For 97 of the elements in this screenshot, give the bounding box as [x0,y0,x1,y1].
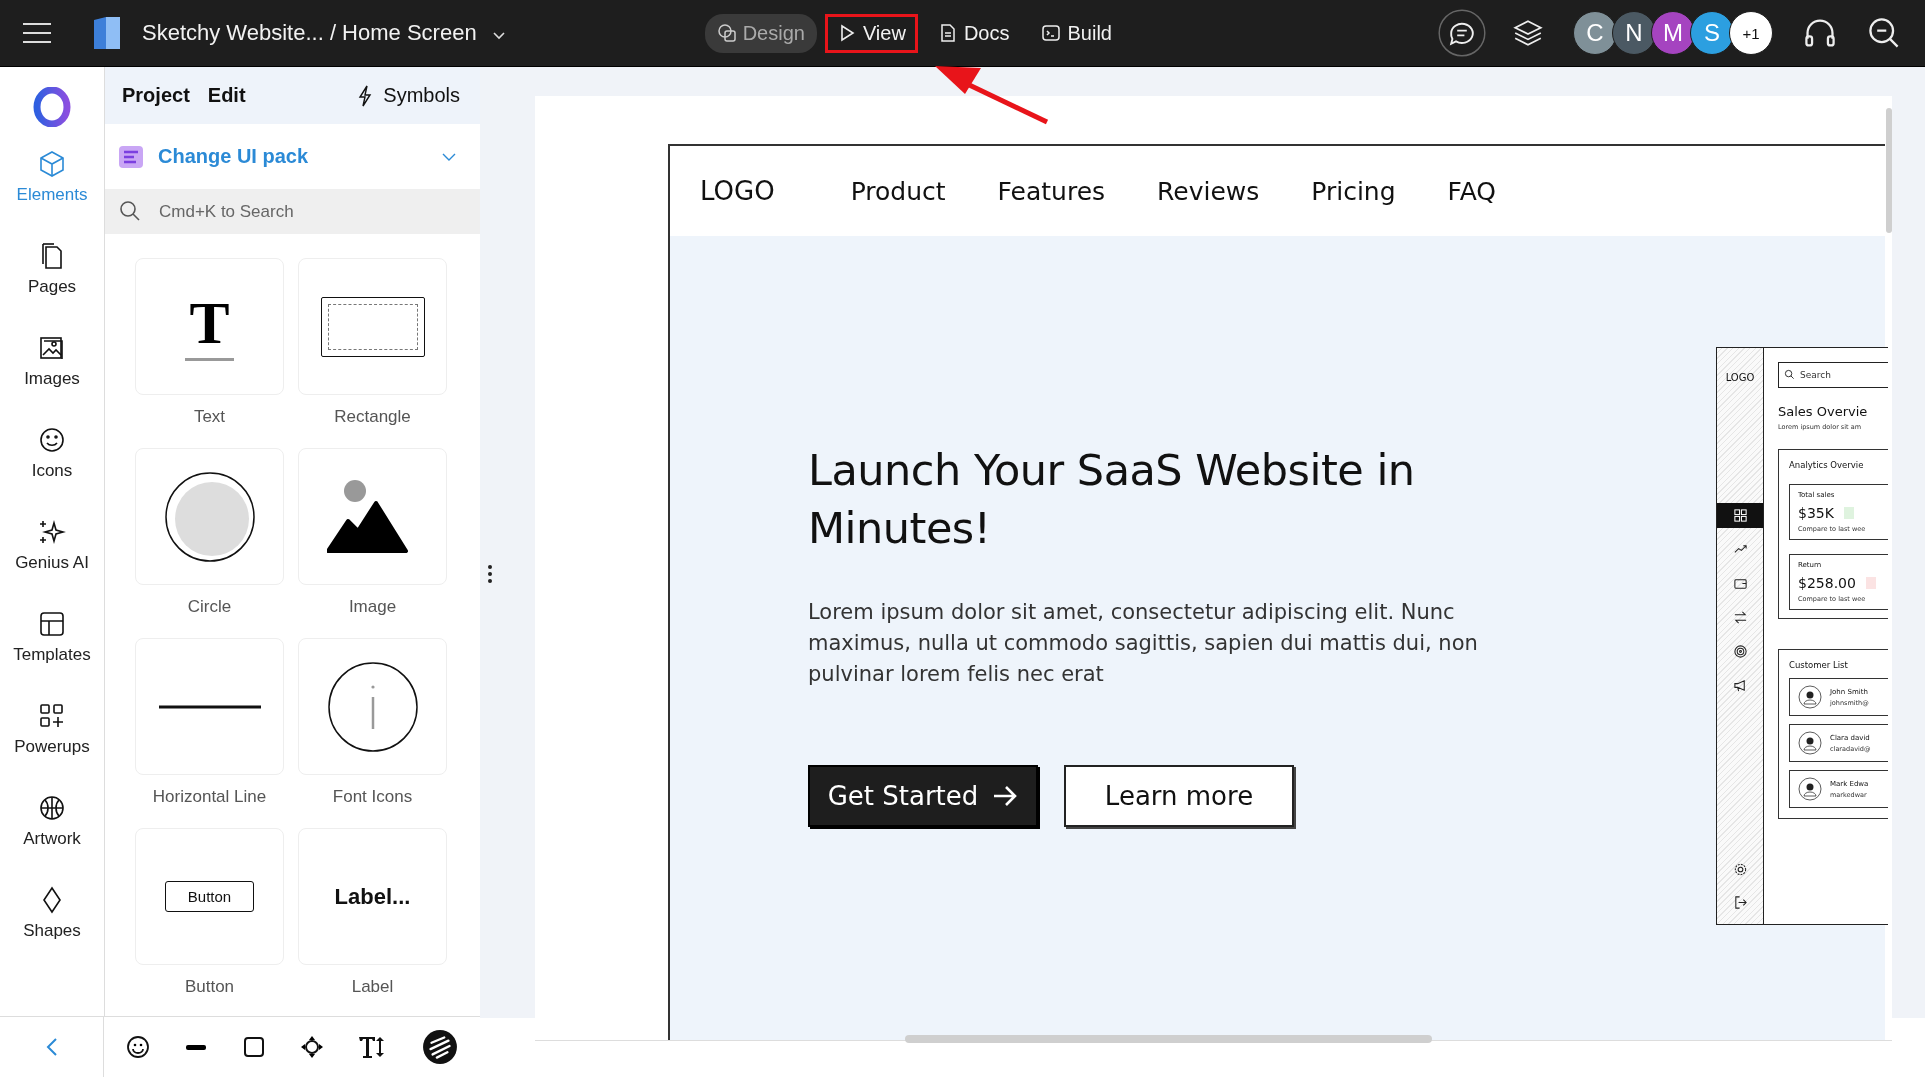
element-tile[interactable] [298,258,447,395]
panel-tab[interactable]: Project [122,84,208,107]
headphones-icon[interactable] [1803,16,1837,50]
stat-value: $258.00 [1798,575,1856,591]
chevron-down-icon[interactable] [442,152,456,161]
search-icon [119,200,141,222]
sketch-logo-icon[interactable] [422,1029,458,1065]
tile-label: Rectangle [333,407,412,427]
tile-label: Label [350,977,395,997]
dashboard-nav-item[interactable] [1717,503,1763,528]
grid-icon [1732,508,1748,523]
tile-label: Circle [186,597,233,617]
megaphone-icon [1732,678,1748,693]
terminal-icon [1041,23,1062,43]
element-tile[interactable]: Button [135,828,284,965]
ball-icon [37,793,67,823]
get-started-button[interactable]: Get Started [808,765,1038,827]
ui-pack-selector[interactable]: Change UI pack [158,145,309,168]
sidebar-item[interactable]: Pages [2,241,102,297]
sidebar-item[interactable]: Images [2,333,102,389]
tile-preview-text: T [185,292,234,361]
tile-label: Button [183,977,236,997]
hero-paragraph: Lorem ipsum dolor sit amet, consectetur adipiscing elit. Nunc maximus, nulla ut commodo sagittis, sapien dui mattis dui, non pulvinar lorem felis nec erat [808,599,1479,688]
tile-label: Horizontal Line [151,787,268,807]
scrollbar[interactable] [905,1035,1432,1043]
element-tile[interactable]: Label... [298,828,447,965]
sidebar-item[interactable]: Genius AI [2,517,102,573]
nav-link[interactable]: Pricing [1311,176,1396,206]
menu-icon[interactable] [22,22,52,44]
symbols-button[interactable]: Symbols [351,83,466,108]
user-avatar[interactable]: M [1651,11,1695,55]
app-logo-icon[interactable] [92,16,122,50]
hero-heading: Launch Your SaaS Website in Minutes! [808,444,1416,555]
caret-icon[interactable] [492,32,505,40]
info-icon [326,660,419,753]
card-title: Analytics Overvie [1789,460,1865,470]
dashboard-title: Sales Overvie [1778,404,1869,419]
tile-label: Text [192,407,227,427]
sidebar-item[interactable]: Powerups [2,701,102,757]
logo-text: LOGO [1725,372,1755,383]
panel-tab[interactable]: Edit [207,84,264,107]
nav-link[interactable]: FAQ [1447,176,1496,206]
element-tile[interactable] [298,448,447,585]
square-icon[interactable] [242,1035,266,1059]
element-tile[interactable]: T [135,258,284,395]
search-icon [1784,369,1795,380]
search-icon[interactable] [1867,16,1901,50]
tile-label: Font Icons [331,787,414,807]
sidebar-item[interactable]: Artwork [2,793,102,849]
target-icon [1732,644,1748,659]
swap-icon [1732,610,1748,625]
sidebar-item[interactable]: Shapes [2,885,102,941]
mode-tab[interactable]: Build [1029,13,1124,53]
tile-label: Image [347,597,398,617]
wallet-icon [1732,576,1748,591]
chevron-left-icon [45,1037,58,1057]
smiley-icon [37,425,67,455]
stat-value: $35K [1798,505,1834,521]
sidebar-item[interactable]: Templates [2,609,102,665]
user-avatar[interactable]: +1 [1729,11,1773,55]
brand-logo-icon[interactable] [32,87,72,127]
ui-pack-icon [118,144,144,169]
nav-link[interactable]: Features [997,176,1106,206]
smiley-icon[interactable] [126,1035,150,1059]
avatar-icon [1798,685,1822,709]
sidebar-item[interactable]: Elements [2,149,102,205]
element-tile[interactable] [135,638,284,775]
element-tile[interactable] [298,638,447,775]
avatar-icon [1798,777,1822,801]
button-preview: Button [164,881,255,912]
project-title[interactable]: Sketchy Website... / Home Screen [142,20,477,46]
more-vertical-icon[interactable] [487,564,493,584]
search-field[interactable]: Search [1778,362,1888,388]
nav-link[interactable]: Product [850,176,946,206]
element-tile[interactable] [135,448,284,585]
arrow-right-icon [992,785,1019,807]
layout-icon [37,609,67,639]
cube-icon [37,149,67,179]
sidebar-item[interactable]: Icons [2,425,102,481]
move-icon[interactable] [300,1035,324,1059]
user-avatar[interactable]: N [1612,11,1656,55]
learn-more-button[interactable]: Learn more [1064,765,1294,827]
card-title: Customer List [1789,660,1849,670]
mode-tab[interactable]: View [824,13,918,53]
shapes-icon [716,23,737,43]
search-field[interactable]: Cmd+K to Search [105,189,480,234]
label-preview: Label... [334,883,411,910]
avatar-icon [1798,731,1822,755]
logout-icon[interactable] [1732,895,1748,910]
scrollbar[interactable] [1886,108,1892,233]
lightning-icon [357,84,374,107]
mode-tab[interactable]: Docs [925,13,1022,53]
logo-text: LOGO [700,176,775,206]
comment-icon[interactable] [1438,9,1486,57]
settings-icon[interactable] [1732,862,1748,877]
nav-link[interactable]: Reviews [1157,176,1260,206]
mode-tab[interactable]: Design [704,13,817,53]
